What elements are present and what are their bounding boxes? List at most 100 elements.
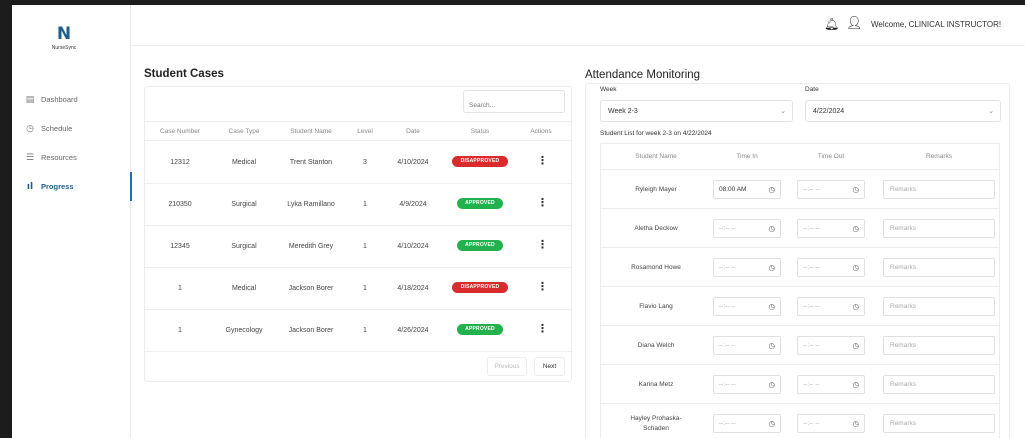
attendance-row: Aletha Deckow --:-- -- ◷ --:-- -- ◷ Remark… <box>601 208 999 247</box>
more-actions-icon[interactable]: ⋮ <box>537 197 548 209</box>
case-type: Gynecology <box>225 327 263 334</box>
case-number: 12345 <box>170 243 190 250</box>
more-actions-icon[interactable]: ⋮ <box>537 155 548 167</box>
week-select[interactable]: Week 2-3 ⌄ <box>600 100 793 122</box>
time-in-input[interactable]: --:-- -- ◷ <box>713 375 781 394</box>
table-row: 1 Gynecology Jackson Borer 1 4/26/2024 A… <box>145 310 573 352</box>
clock-icon: ◷ <box>768 380 775 389</box>
time-in-input[interactable]: --:-- -- ◷ <box>713 258 781 277</box>
attendance-row: Ryleigh Mayer 08:00 AM ◷ --:-- -- ◷ Remark… <box>601 169 999 208</box>
table-row: 1 Medical Jackson Borer 1 4/18/2024 DISA… <box>145 268 573 310</box>
time-placeholder: --:-- -- <box>719 381 736 388</box>
time-in-input[interactable]: --:-- -- ◷ <box>713 297 781 316</box>
column-header: Time Out <box>817 153 845 160</box>
sidebar-item-dashboard[interactable]: ▤ Dashboard <box>12 85 131 114</box>
app-window: N NurseSync ▤ Dashboard ◷ Schedule ☰ Res… <box>12 5 1025 438</box>
sidebar-item-resources[interactable]: ☰ Resources <box>12 143 131 172</box>
attendance-row: Karina Metz --:-- -- ◷ --:-- -- ◷ Remarks <box>601 364 999 403</box>
time-in-input[interactable]: --:-- -- ◷ <box>713 414 781 433</box>
student-name: Lyka Ramillano <box>287 201 335 208</box>
logo: N NurseSync <box>34 25 94 51</box>
time-out-input[interactable]: --:-- -- ◷ <box>797 219 865 238</box>
attendance-table: Student Name Time In Time Out Remarks Ry… <box>600 143 1000 438</box>
search-input[interactable] <box>463 90 565 113</box>
top-header: 🔔︎ 👤︎ Welcome, CLINICAL INSTRUCTOR! <box>131 5 1025 46</box>
next-button[interactable]: Next <box>534 357 565 376</box>
bell-icon[interactable]: 🔔︎ <box>824 17 839 31</box>
remarks-input[interactable]: Remarks <box>883 219 995 238</box>
remarks-input[interactable]: Remarks <box>883 414 995 433</box>
case-number: 1 <box>178 327 182 334</box>
user-icon[interactable]: 👤︎ <box>846 16 863 32</box>
student-name: Karina Metz <box>638 381 674 388</box>
time-out-input[interactable]: --:-- -- ◷ <box>797 375 865 394</box>
time-out-input[interactable]: --:-- -- ◷ <box>797 180 865 199</box>
time-placeholder: --:-- -- <box>719 342 736 349</box>
date-select[interactable]: 4/22/2024 ⌄ <box>805 100 1001 122</box>
time-out-input[interactable]: --:-- -- ◷ <box>797 297 865 316</box>
student-name: Aletha Deckow <box>634 225 678 232</box>
time-out-input[interactable]: --:-- -- ◷ <box>797 414 865 433</box>
remarks-input[interactable]: Remarks <box>883 375 995 394</box>
student-cases-card: Case Number Case Type Student Name Level… <box>144 86 573 382</box>
time-placeholder: --:-- -- <box>719 303 736 310</box>
remarks-input[interactable]: Remarks <box>883 258 995 277</box>
clock-icon: ◷ <box>768 419 775 428</box>
sidebar-item-label: Resources <box>41 153 77 162</box>
remarks-input[interactable]: Remarks <box>883 336 995 355</box>
sidebar-item-progress[interactable]: ıl Progress <box>12 172 132 201</box>
more-actions-icon[interactable]: ⋮ <box>537 323 548 335</box>
student-name: Hayley Prohaska-Schaden <box>630 415 682 432</box>
clock-icon: ◷ <box>852 380 859 389</box>
level: 1 <box>363 327 367 334</box>
sidebar-nav: ▤ Dashboard ◷ Schedule ☰ Resources ıl Pr… <box>12 85 132 201</box>
student-name: Trent Stanton <box>289 159 333 166</box>
more-actions-icon[interactable]: ⋮ <box>537 239 548 251</box>
chevron-down-icon: ⌄ <box>988 107 994 115</box>
time-placeholder: --:-- -- <box>803 381 820 388</box>
column-header: Status <box>470 128 490 135</box>
level: 3 <box>363 159 367 166</box>
time-out-input[interactable]: --:-- -- ◷ <box>797 258 865 277</box>
sidebar-item-label: Schedule <box>41 124 73 133</box>
remarks-input[interactable]: Remarks <box>883 297 995 316</box>
student-name: Meredith Grey <box>288 243 334 250</box>
time-in-input[interactable]: --:-- -- ◷ <box>713 336 781 355</box>
table-row: 12345 Surgical Meredith Grey 1 4/10/2024… <box>145 226 573 268</box>
case-type: Surgical <box>231 201 257 208</box>
column-header: Time In <box>736 153 758 160</box>
clock-icon: ◷ <box>768 224 775 233</box>
time-in-value: 08:00 AM <box>719 186 747 193</box>
date-value: 4/22/2024 <box>813 108 845 115</box>
time-placeholder: --:-- -- <box>803 225 820 232</box>
table-row: 210350 Surgical Lyka Ramillano 1 4/9/202… <box>145 184 573 226</box>
sidebar-item-label: Progress <box>41 182 74 191</box>
student-name: Diana Welch <box>637 342 675 349</box>
attendance-title: Attendance Monitoring <box>585 69 701 81</box>
clock-icon: ◷ <box>852 224 859 233</box>
student-name: Jackson Borer <box>288 285 334 292</box>
time-in-input[interactable]: --:-- -- ◷ <box>713 219 781 238</box>
case-date: 4/26/2024 <box>397 327 429 334</box>
clock-icon: ◷ <box>852 185 859 194</box>
column-header: Case Number <box>159 128 201 135</box>
time-in-input[interactable]: 08:00 AM ◷ <box>713 180 781 199</box>
sidebar-item-schedule[interactable]: ◷ Schedule <box>12 114 131 143</box>
level: 1 <box>363 243 367 250</box>
column-header: Actions <box>530 128 552 135</box>
case-type: Medical <box>231 285 257 292</box>
clock-icon: ◷ <box>852 302 859 311</box>
remarks-input[interactable]: Remarks <box>883 180 995 199</box>
column-header: Case Type <box>228 128 260 135</box>
previous-button[interactable]: Previous <box>487 357 527 376</box>
calendar-icon: ▤ <box>25 94 35 105</box>
time-placeholder: --:-- -- <box>803 186 820 193</box>
case-type: Surgical <box>231 243 257 250</box>
status-badge: DISAPPROVED <box>452 282 508 293</box>
attendance-row: Hayley Prohaska-Schaden --:-- -- ◷ --:-- … <box>601 403 999 438</box>
level: 1 <box>363 201 367 208</box>
case-date: 4/9/2024 <box>399 201 427 208</box>
logo-text: NurseSync <box>51 45 77 51</box>
more-actions-icon[interactable]: ⋮ <box>537 281 548 293</box>
time-out-input[interactable]: --:-- -- ◷ <box>797 336 865 355</box>
